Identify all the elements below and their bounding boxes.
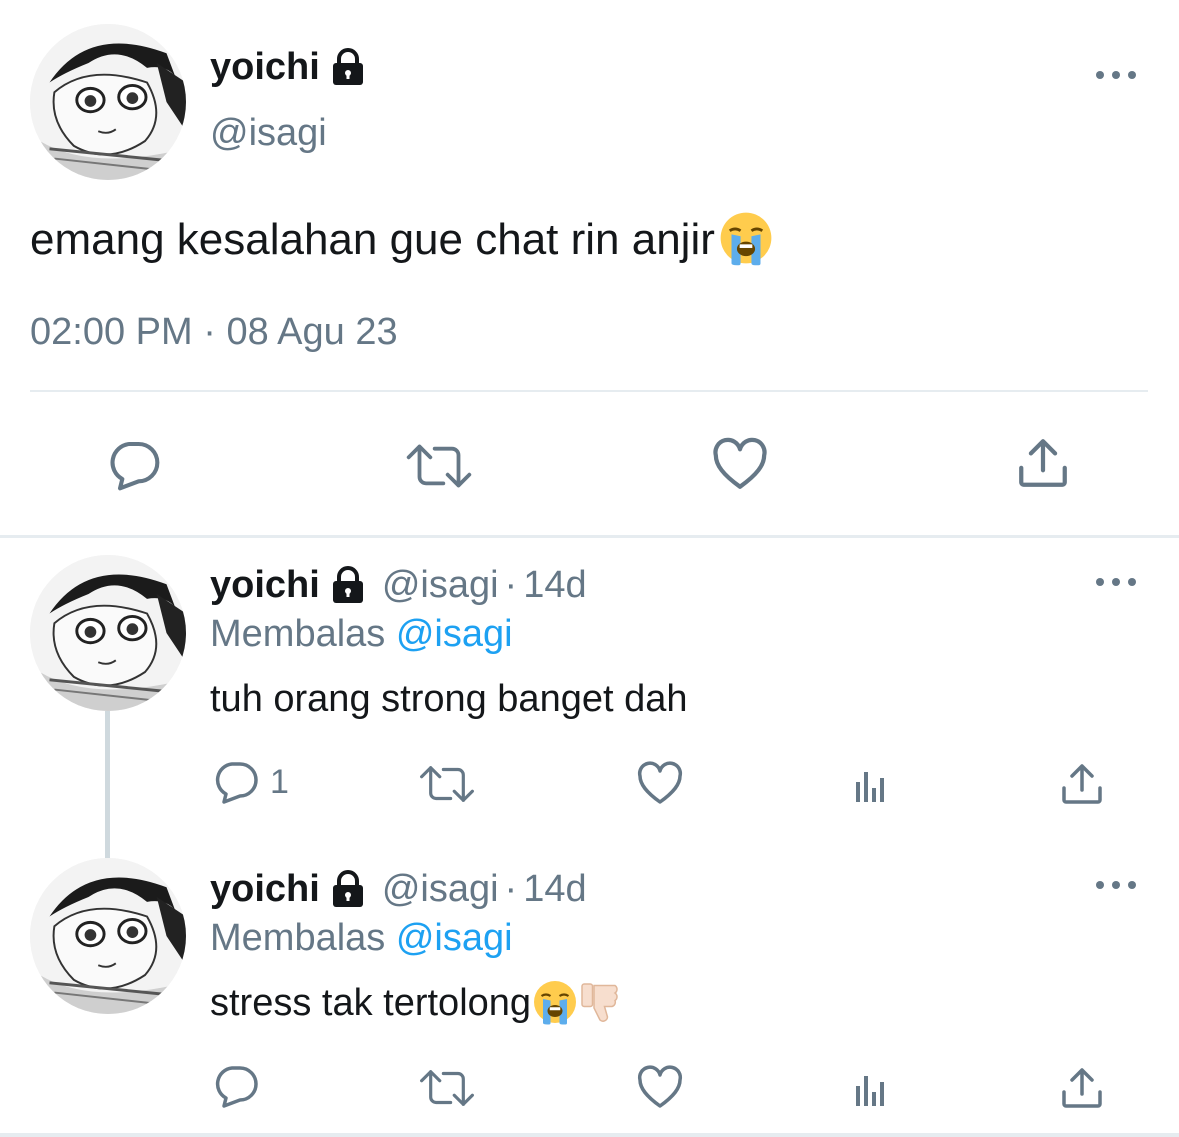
display-name[interactable]: yoichi (210, 44, 368, 90)
reply-count: 1 (270, 763, 289, 801)
tweet-text: emang kesalahan gue chat rin anjir (30, 210, 775, 270)
display-name-text[interactable]: yoichi (210, 44, 320, 90)
reply-time[interactable]: 14d (523, 866, 586, 912)
stats-icon (850, 1070, 890, 1110)
like-button[interactable] (711, 436, 769, 494)
thumbs-down-icon (579, 978, 627, 1026)
tweet-text-body: emang kesalahan gue chat rin anjir (30, 215, 715, 264)
retweet-button[interactable] (418, 1066, 476, 1110)
reply-handle[interactable]: @isagi (382, 562, 499, 608)
avatar[interactable] (30, 858, 186, 1014)
retweet-icon (404, 440, 474, 492)
retweet-icon (418, 1066, 476, 1110)
like-icon (636, 1064, 684, 1112)
reply-handle[interactable]: @isagi (382, 866, 499, 912)
reply-button[interactable] (212, 1062, 260, 1110)
more-options-icon[interactable] (1096, 68, 1136, 82)
share-icon (1058, 1064, 1106, 1112)
section-divider (0, 535, 1179, 538)
meta-separator: · (203, 311, 216, 353)
share-button[interactable] (1058, 1064, 1106, 1112)
stats-icon (850, 766, 890, 806)
replying-to: Membalas @isagi (210, 611, 513, 657)
divider (30, 390, 1148, 392)
reply-display-name[interactable]: yoichi (210, 562, 320, 608)
reply-text: tuh orang strong banget dah (210, 678, 688, 720)
reply-time[interactable]: 14d (523, 562, 586, 608)
like-button[interactable] (636, 760, 684, 808)
reply-separator: · (504, 868, 518, 910)
reply-text: stress tak tertolong (210, 980, 627, 1026)
reply-icon (212, 758, 260, 806)
avatar[interactable] (30, 24, 186, 180)
reply-button[interactable]: 1 (212, 758, 289, 806)
like-button[interactable] (636, 1064, 684, 1112)
lock-icon (328, 565, 368, 605)
like-icon (636, 760, 684, 808)
replying-label: Membalas (210, 917, 386, 959)
retweet-button[interactable] (404, 440, 474, 492)
more-options-icon[interactable] (1096, 878, 1136, 892)
stats-button[interactable] (850, 1070, 890, 1110)
share-icon (1058, 760, 1106, 808)
share-button[interactable] (1058, 760, 1106, 808)
lock-icon (328, 869, 368, 909)
handle[interactable]: @isagi (210, 110, 327, 156)
tweet-time: 02:00 PM (30, 311, 193, 353)
replying-label: Membalas (210, 613, 386, 655)
thread-line (105, 710, 110, 858)
lock-icon (328, 47, 368, 87)
tweet-date: 08 Agu 23 (226, 311, 398, 353)
reply-icon (212, 1062, 260, 1110)
loudly-crying-face-icon (531, 978, 579, 1026)
retweet-icon (418, 762, 476, 806)
replying-mention[interactable]: @isagi (396, 613, 513, 655)
loudly-crying-face-icon (717, 209, 775, 267)
share-button[interactable] (1014, 434, 1072, 492)
replying-to: Membalas @isagi (210, 915, 513, 961)
more-options-icon[interactable] (1096, 575, 1136, 589)
reply-icon (106, 437, 162, 493)
reply-display-name[interactable]: yoichi (210, 866, 320, 912)
section-divider (0, 1133, 1179, 1137)
avatar[interactable] (30, 555, 186, 711)
share-icon (1014, 434, 1072, 492)
like-icon (711, 436, 769, 494)
tweet-timestamp[interactable]: 02:00 PM · 08 Agu 23 (30, 309, 398, 355)
replying-mention[interactable]: @isagi (396, 917, 513, 959)
reply-button[interactable] (106, 437, 162, 493)
reply-text-body: stress tak tertolong (210, 982, 532, 1024)
reply-header: yoichi @isagi · 14d (210, 866, 587, 912)
reply-separator: · (504, 564, 518, 606)
reply-header: yoichi @isagi · 14d (210, 562, 587, 608)
retweet-button[interactable] (418, 762, 476, 806)
stats-button[interactable] (850, 766, 890, 806)
